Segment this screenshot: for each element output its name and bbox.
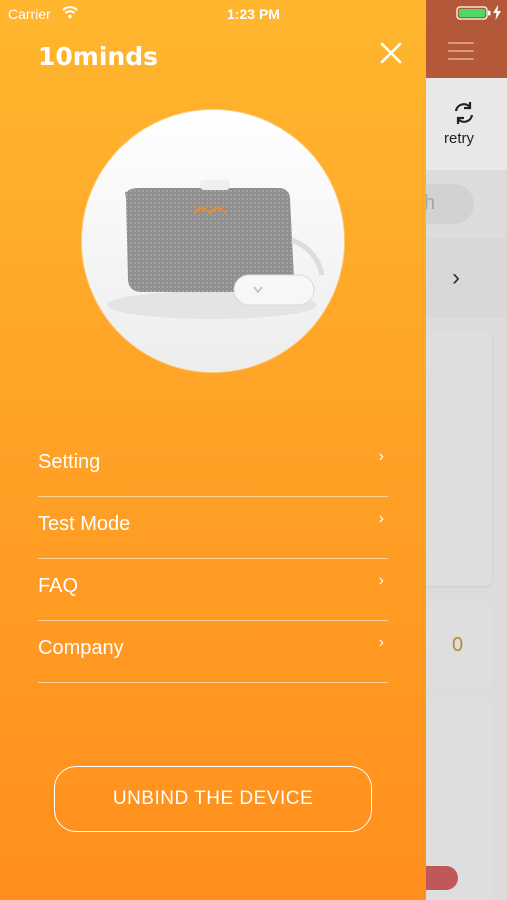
chevron-right-icon: › [378, 510, 384, 527]
menu-item-company[interactable]: Company › [38, 622, 388, 683]
charging-icon [493, 5, 501, 20]
status-time: 1:23 PM [227, 6, 280, 22]
chevron-right-icon: › [452, 264, 460, 291]
menu-item-setting[interactable]: Setting › [38, 436, 388, 497]
menu-item-label: Setting [38, 451, 101, 473]
retry-icon[interactable] [451, 100, 477, 126]
drawer-menu: Setting › Test Mode › FAQ › Company › [38, 436, 388, 684]
close-icon[interactable] [378, 40, 404, 66]
menu-item-label: FAQ [38, 575, 79, 597]
chevron-right-icon: › [378, 448, 384, 465]
nav-row[interactable] [426, 238, 507, 318]
menu-item-faq[interactable]: FAQ › [38, 560, 388, 621]
device-photo [82, 110, 344, 372]
menu-item-label: Test Mode [38, 513, 131, 535]
menu-icon[interactable] [448, 42, 474, 60]
side-drawer: Carrier 10minds Setting › Test Mode › FA… [0, 0, 426, 900]
value-count: 0 [452, 634, 464, 656]
svg-text:10minds: 10minds [38, 42, 158, 71]
chevron-right-icon: › [378, 634, 384, 651]
menu-item-test-mode[interactable]: Test Mode › [38, 498, 388, 559]
brand-logo: 10minds [38, 42, 158, 71]
menu-item-label: Company [38, 637, 124, 659]
chevron-right-icon: › [378, 572, 384, 589]
unbind-device-button[interactable]: UNBIND THE DEVICE [54, 766, 372, 832]
retry-label[interactable]: retry [444, 130, 474, 147]
battery-icon [456, 6, 491, 20]
